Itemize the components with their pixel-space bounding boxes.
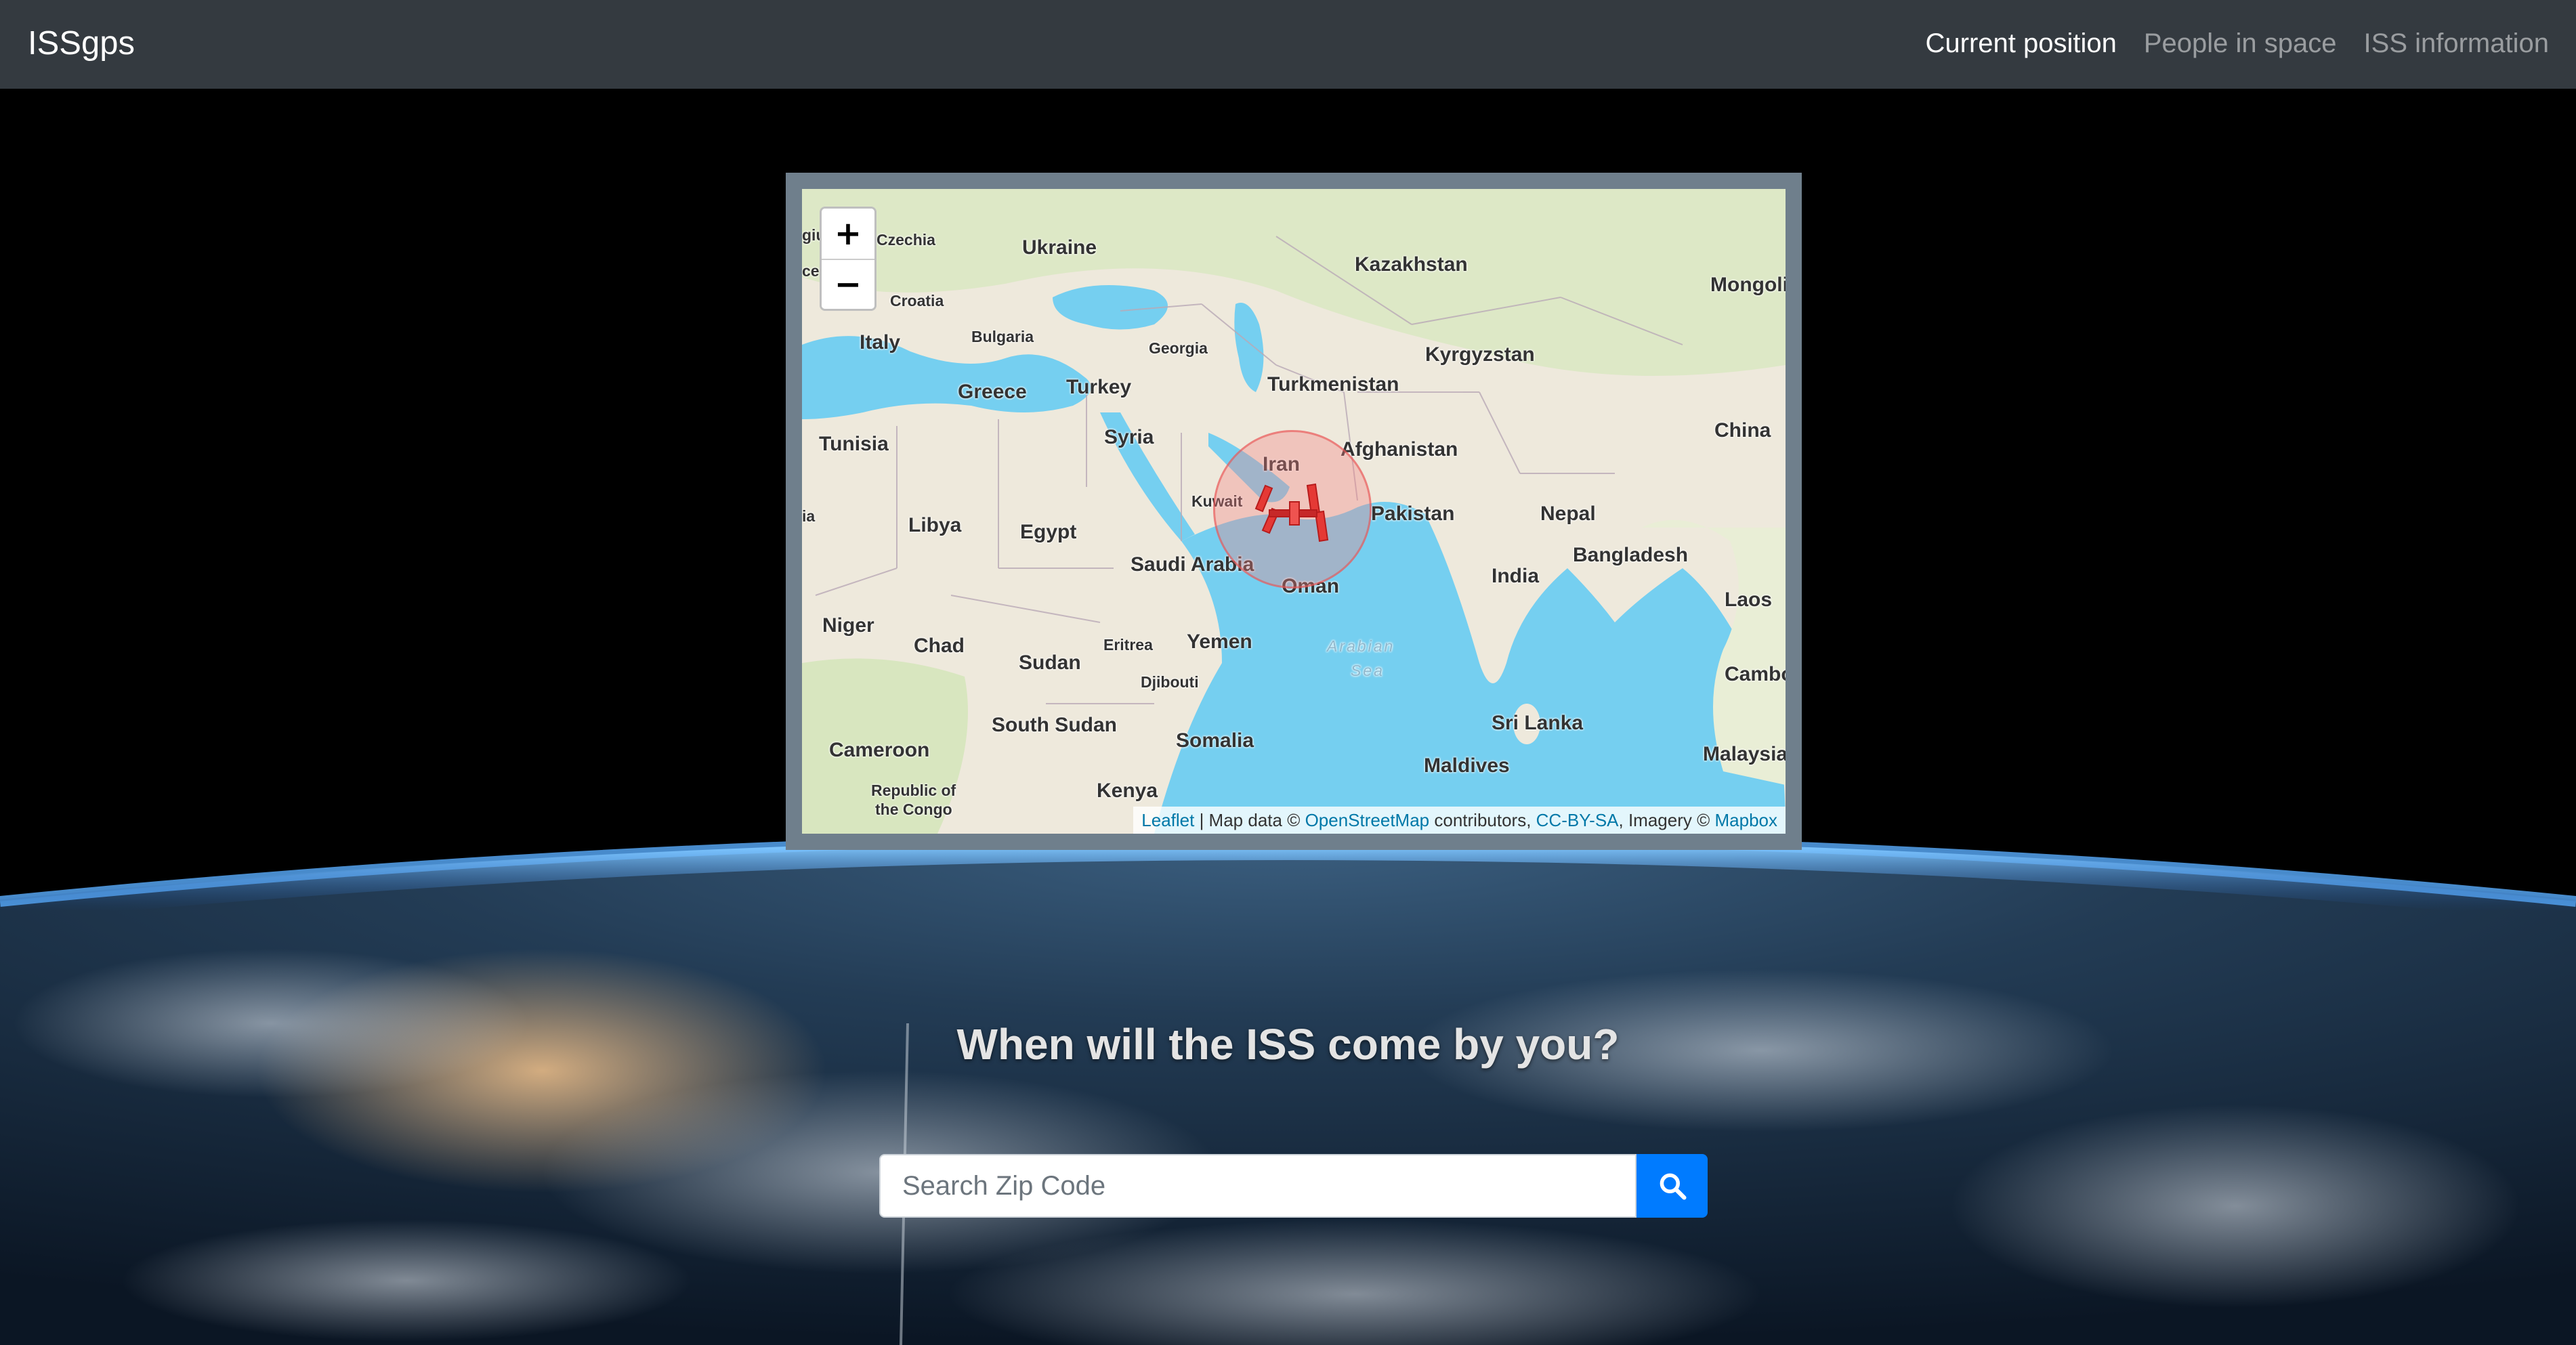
attribution-sep-2: contributors,	[1429, 810, 1536, 830]
map-label-nepal: Nepal	[1540, 503, 1596, 525]
iss-map[interactable]: Czechia Ukraine Kazakhstan Mongoli Croat…	[802, 189, 1786, 834]
map-label-india: India	[1492, 565, 1540, 587]
map-label-greece: Greece	[958, 381, 1027, 403]
map-label-czechia: Czechia	[877, 231, 935, 249]
map-label-turkmenistan: Turkmenistan	[1267, 373, 1399, 396]
map-label-turkey: Turkey	[1066, 376, 1132, 398]
nav-current-position[interactable]: Current position	[1926, 22, 2117, 65]
mapbox-link[interactable]: Mapbox	[1715, 810, 1778, 830]
cc-by-sa-link[interactable]: CC-BY-SA	[1536, 810, 1619, 830]
map-label-pakistan: Pakistan	[1371, 503, 1455, 525]
map-label-edge-ia: ia	[802, 507, 816, 525]
nav-people-in-space[interactable]: People in space	[2144, 22, 2337, 65]
map-label-syria: Syria	[1104, 426, 1154, 448]
map-label-djibouti: Djibouti	[1141, 673, 1199, 691]
map-label-tunisia: Tunisia	[819, 433, 889, 455]
map-label-eritrea: Eritrea	[1103, 636, 1153, 654]
map-label-cameroon: Cameroon	[829, 739, 930, 761]
map-label-afghanistan: Afghanistan	[1340, 438, 1458, 461]
map-label-croatia: Croatia	[890, 292, 944, 309]
navbar: ISSgps Current position People in space …	[0, 0, 2576, 89]
map-attribution: Leaflet | Map data © OpenStreetMap contr…	[1133, 807, 1786, 834]
nav-links: Current position People in space ISS inf…	[1899, 22, 2550, 65]
map-label-chad: Chad	[914, 635, 965, 657]
map-label-edge-ce: ce	[802, 262, 820, 280]
map-label-arabian-sea-1: Arabian	[1327, 637, 1395, 655]
attribution-sep-3: , Imagery ©	[1618, 810, 1715, 830]
map-label-kenya: Kenya	[1097, 780, 1158, 802]
brand-logo[interactable]: ISSgps	[28, 22, 135, 65]
zoom-out-button[interactable]: −	[822, 259, 874, 309]
map-label-china: China	[1714, 419, 1771, 442]
map-label-italy: Italy	[860, 331, 901, 354]
zoom-control: + −	[820, 207, 877, 311]
nav-iss-information[interactable]: ISS information	[2364, 22, 2549, 65]
map-label-bulgaria: Bulgaria	[971, 328, 1034, 345]
map-label-kazakhstan: Kazakhstan	[1355, 253, 1468, 276]
map-label-bangladesh: Bangladesh	[1573, 544, 1689, 566]
leaflet-link[interactable]: Leaflet	[1141, 810, 1194, 830]
map-label-malaysia: Malaysia	[1703, 743, 1786, 765]
zoom-in-button[interactable]: +	[822, 209, 874, 259]
page-headline: When will the ISS come by you?	[956, 1020, 1620, 1069]
openstreetmap-link[interactable]: OpenStreetMap	[1305, 810, 1430, 830]
map-label-sri-lanka: Sri Lanka	[1492, 712, 1584, 734]
map-label-mongolia: Mongoli	[1710, 274, 1786, 296]
map-label-niger: Niger	[822, 614, 874, 637]
map-label-yemen: Yemen	[1187, 631, 1252, 653]
search-button[interactable]	[1637, 1154, 1708, 1218]
map-frame: Czechia Ukraine Kazakhstan Mongoli Croat…	[786, 173, 1802, 850]
map-label-south-sudan: South Sudan	[992, 714, 1117, 736]
map-label-libya: Libya	[908, 514, 962, 536]
map-label-ukraine: Ukraine	[1022, 236, 1097, 259]
attribution-sep-1: | Map data ©	[1194, 810, 1305, 830]
map-label-congo-1: Republic of	[871, 782, 956, 799]
map-label-laos: Laos	[1725, 589, 1773, 611]
zip-search-form	[879, 1154, 1708, 1218]
zip-search-input[interactable]	[879, 1154, 1637, 1218]
map-label-somalia: Somalia	[1176, 729, 1254, 752]
map-label-congo-2: the Congo	[875, 800, 952, 818]
search-icon	[1660, 1173, 1687, 1200]
map-label-sudan: Sudan	[1019, 652, 1081, 674]
map-label-cambodia: Cambo	[1725, 663, 1786, 685]
map-label-arabian-sea-2: Sea	[1351, 662, 1385, 679]
map-label-maldives: Maldives	[1424, 754, 1510, 777]
iss-station-icon[interactable]	[1249, 482, 1338, 544]
map-label-egypt: Egypt	[1020, 521, 1077, 543]
map-label-kyrgyzstan: Kyrgyzstan	[1425, 343, 1535, 366]
map-label-georgia: Georgia	[1149, 339, 1208, 357]
